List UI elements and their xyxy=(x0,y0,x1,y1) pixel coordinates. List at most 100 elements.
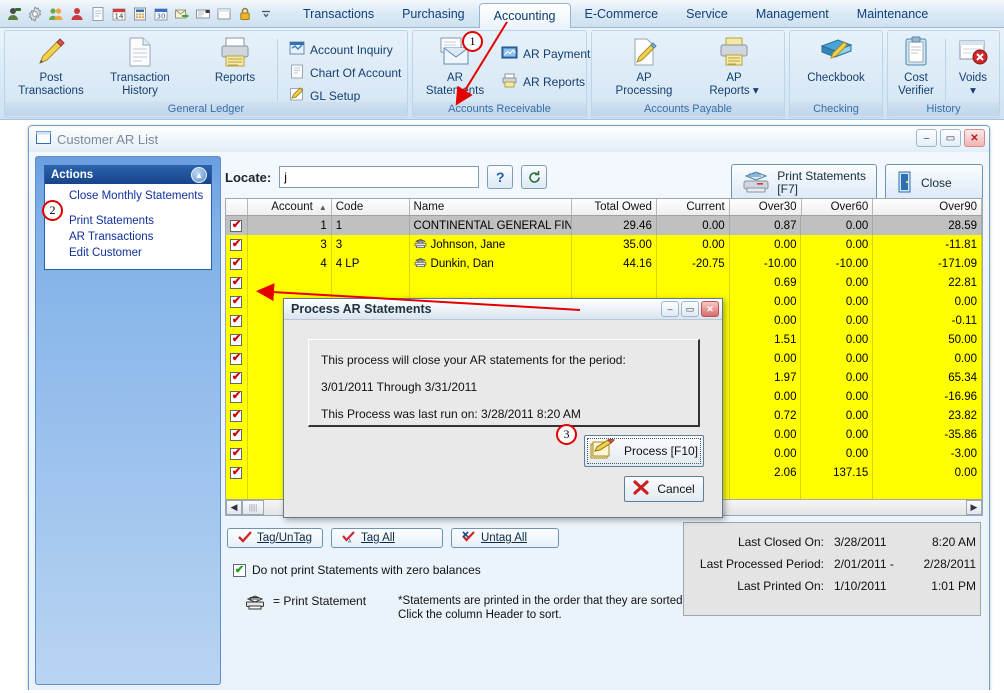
row-tag-cell[interactable]: ✔ xyxy=(226,425,248,444)
row-tag-cell[interactable]: ✔ xyxy=(226,463,248,482)
menu-tab-management[interactable]: Management xyxy=(742,0,843,28)
row-tag-cell[interactable]: ✔ xyxy=(226,216,248,235)
envelope-icon[interactable] xyxy=(194,5,212,23)
row-tag-cell[interactable]: ✔ xyxy=(226,292,248,311)
scroll-thumb[interactable]: |||| xyxy=(242,500,264,515)
untag-all-button[interactable]: Untag All xyxy=(450,528,559,548)
ribbon-button-label: Checkbook xyxy=(807,72,865,84)
menu-tab-ecommerce[interactable]: E-Commerce xyxy=(571,0,673,28)
window-minimize-button[interactable]: – xyxy=(916,129,937,147)
row-tag-checkbox[interactable]: ✔ xyxy=(230,447,243,460)
row-tag-cell[interactable]: ✔ xyxy=(226,444,248,463)
user-admin-icon[interactable] xyxy=(5,5,23,23)
scroll-right-arrow[interactable]: ▶ xyxy=(966,500,982,515)
print-statements-button[interactable]: Print Statements [F7] xyxy=(731,164,877,202)
row-tag-checkbox[interactable]: ✔ xyxy=(230,219,243,232)
row-tag-cell[interactable]: ✔ xyxy=(226,273,248,292)
users-icon[interactable] xyxy=(47,5,65,23)
tag-untag-button[interactable]: Tag/UnTag xyxy=(227,528,323,548)
menu-tab-transactions[interactable]: Transactions xyxy=(289,0,388,28)
ribbon-button-ar-payments[interactable]: AR Payments xyxy=(499,43,598,64)
table-row[interactable]: ✔ 4 4 LP Dunkin, Dan 44.16 -20.75 -10.00 -10.00… xyxy=(226,254,982,273)
close-button[interactable]: Close xyxy=(885,164,983,202)
grid-header-name[interactable]: Name xyxy=(409,199,573,215)
row-tag-cell[interactable]: ✔ xyxy=(226,235,248,254)
user-icon[interactable] xyxy=(68,5,86,23)
chevron-down-icon[interactable] xyxy=(257,5,275,23)
menu-tab-service[interactable]: Service xyxy=(672,0,742,28)
calendar-icon[interactable]: 14 xyxy=(110,5,128,23)
scroll-left-arrow[interactable]: ◀ xyxy=(226,500,242,515)
ribbon-button-ap-processing[interactable]: AP Processing xyxy=(606,35,682,103)
row-tag-checkbox[interactable]: ✔ xyxy=(230,276,243,289)
dialog-close-button[interactable]: ✕ xyxy=(701,301,719,317)
ribbon-button-account-inquiry[interactable]: Account Inquiry xyxy=(287,39,395,60)
grid-header-over60[interactable]: Over60 xyxy=(801,199,874,215)
chevron-up-icon[interactable]: ▲ xyxy=(191,167,207,183)
ribbon-button-transaction-history[interactable]: Transaction History xyxy=(102,35,178,103)
table-row[interactable]: ✔ 0.69 0.00 22.81 xyxy=(226,273,982,292)
ribbon-button-chart-of-account[interactable]: Chart Of Account xyxy=(287,62,403,83)
ribbon-button-checkbook[interactable]: Checkbook xyxy=(798,35,874,103)
window-icon[interactable] xyxy=(215,5,233,23)
calendar-30-icon[interactable]: 30 xyxy=(152,5,170,23)
ribbon-button-post-transactions[interactable]: Post Transactions xyxy=(13,35,89,103)
row-tag-cell[interactable]: ✔ xyxy=(226,406,248,425)
grid-header-over90[interactable]: Over90 xyxy=(873,199,983,215)
row-tag-checkbox[interactable]: ✔ xyxy=(230,409,243,422)
row-tag-checkbox[interactable]: ✔ xyxy=(230,428,243,441)
sidebar-item-close-monthly-statements[interactable]: Close Monthly Statements xyxy=(45,188,211,204)
grid-header-tag[interactable] xyxy=(226,199,248,215)
row-tag-checkbox[interactable]: ✔ xyxy=(230,466,243,479)
sidebar-item-edit-customer[interactable]: Edit Customer xyxy=(45,245,211,261)
calculator-icon[interactable] xyxy=(131,5,149,23)
process-f10-button[interactable]: Process [F10] xyxy=(584,435,704,467)
gear-icon[interactable] xyxy=(26,5,44,23)
row-tag-cell[interactable]: ✔ xyxy=(226,368,248,387)
row-tag-cell[interactable]: ✔ xyxy=(226,330,248,349)
refresh-button[interactable] xyxy=(521,165,548,189)
menu-tab-maintenance[interactable]: Maintenance xyxy=(843,0,943,28)
table-row[interactable]: ✔ 3 3 Johnson, Jane 35.00 0.00 0.00 0.00 -11.81 xyxy=(226,235,982,254)
ribbon-button-voids[interactable]: Voids ▾ xyxy=(946,35,1000,103)
window-close-button[interactable]: ✕ xyxy=(964,129,985,147)
grid-header-code[interactable]: Code xyxy=(331,199,410,215)
grid-header-total_owed[interactable]: Total Owed xyxy=(572,199,657,215)
row-tag-cell[interactable]: ✔ xyxy=(226,254,248,273)
menu-tab-purchasing[interactable]: Purchasing xyxy=(388,0,479,28)
row-tag-checkbox[interactable]: ✔ xyxy=(230,390,243,403)
sidebar-item-ar-transactions[interactable]: AR Transactions xyxy=(45,229,211,245)
row-tag-cell[interactable]: ✔ xyxy=(226,311,248,330)
row-tag-checkbox[interactable]: ✔ xyxy=(230,238,243,251)
row-tag-cell[interactable]: ✔ xyxy=(226,349,248,368)
locate-input[interactable] xyxy=(279,166,480,188)
cancel-button[interactable]: Cancel xyxy=(624,476,704,502)
table-row[interactable]: ✔ 1 1 CONTINENTAL GENERAL FIN 29.46 0.00 0.87 0… xyxy=(226,216,982,235)
tag-all-button[interactable]: A Tag All xyxy=(330,528,443,548)
dialog-maximize-button[interactable]: ▭ xyxy=(681,301,699,317)
ribbon-button-cost-verifier[interactable]: Cost Verifier xyxy=(888,35,944,103)
row-tag-checkbox[interactable]: ✔ xyxy=(230,295,243,308)
row-tag-checkbox[interactable]: ✔ xyxy=(230,352,243,365)
grid-header-over30[interactable]: Over30 xyxy=(729,199,802,215)
row-tag-checkbox[interactable]: ✔ xyxy=(230,314,243,327)
row-tag-checkbox[interactable]: ✔ xyxy=(230,333,243,346)
row-tag-checkbox[interactable]: ✔ xyxy=(230,257,243,270)
email-send-icon[interactable] xyxy=(173,5,191,23)
ribbon-button-reports[interactable]: Reports xyxy=(197,35,273,103)
row-tag-cell[interactable]: ✔ xyxy=(226,387,248,406)
document-icon[interactable] xyxy=(89,5,107,23)
menu-tab-accounting[interactable]: Accounting xyxy=(478,2,571,28)
ribbon-button-ar-reports[interactable]: AR Reports xyxy=(499,71,587,92)
window-maximize-button[interactable]: ▭ xyxy=(940,129,961,147)
grid-header-current[interactable]: Current xyxy=(656,199,730,215)
row-tag-checkbox[interactable]: ✔ xyxy=(230,371,243,384)
zero-balance-checkbox[interactable]: ✔ xyxy=(233,563,246,577)
help-button[interactable]: ? xyxy=(487,165,514,189)
dialog-minimize-button[interactable]: – xyxy=(661,301,679,317)
sidebar-item-print-statements[interactable]: Print Statements xyxy=(45,213,211,229)
ribbon-button-ap-reports[interactable]: AP Reports ▾ xyxy=(696,35,772,103)
lock-icon[interactable] xyxy=(236,5,254,23)
zero-balance-checkbox-row[interactable]: ✔ Do not print Statements with zero bala… xyxy=(233,563,481,577)
grid-header-account[interactable]: Account ▲ xyxy=(247,199,332,215)
